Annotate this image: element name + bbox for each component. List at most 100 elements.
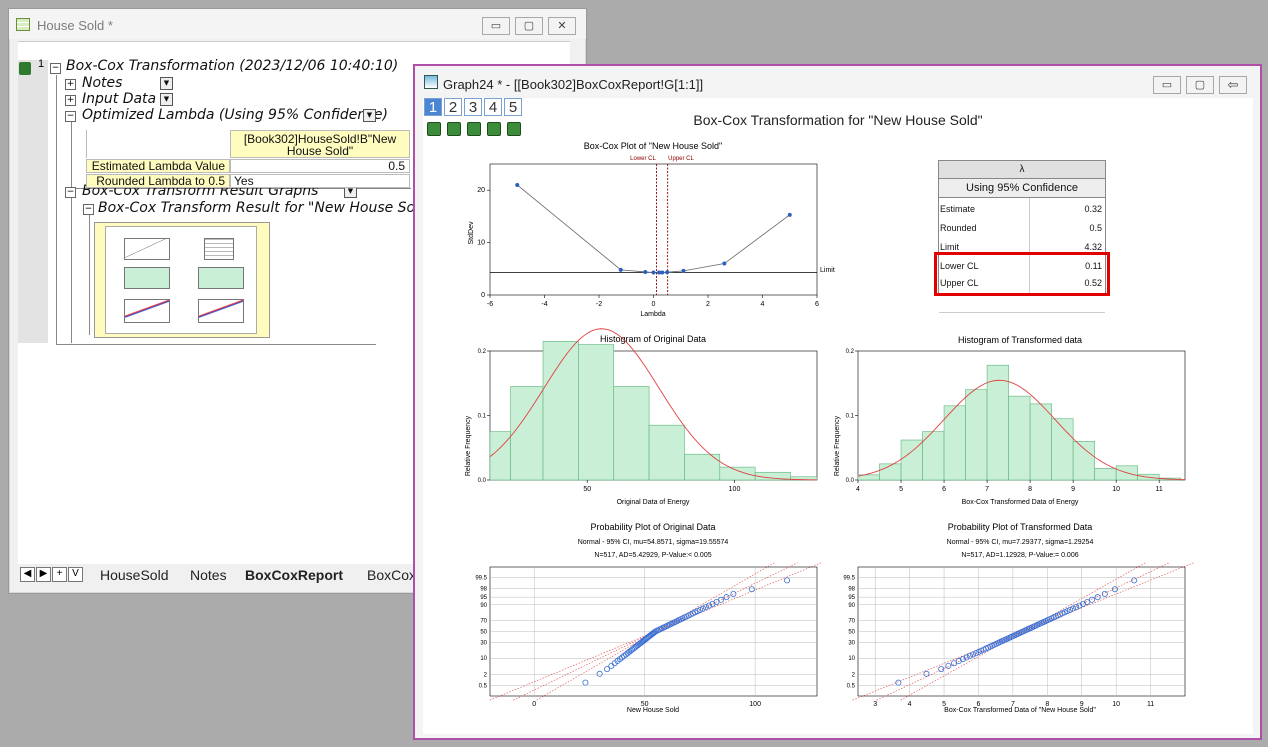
- hist-trans-ytick-label: 0.0: [846, 478, 855, 484]
- tab-list-button[interactable]: V: [68, 567, 83, 582]
- graph-main-title: Box-Cox Transformation for "New House So…: [693, 112, 982, 128]
- hist-trans-bar: [965, 389, 988, 481]
- boxcox-xtick-label: 4: [761, 301, 765, 308]
- hist-trans-bar: [1008, 395, 1031, 481]
- hist-trans-bar: [943, 405, 966, 481]
- tab-boxcoxreport[interactable]: BoxCoxReport: [245, 567, 343, 583]
- prob-orig-ytick-label: 30: [480, 640, 487, 646]
- graph-titlebar[interactable]: Graph24 * - [[Book302]BoxCoxReport!G[1:1…: [415, 66, 1260, 98]
- graph-maximize-button[interactable]: ▢: [1186, 76, 1214, 94]
- tree-input-data[interactable]: Input Data: [82, 91, 156, 107]
- boxcox-point: [618, 267, 623, 272]
- prob-trans-sub1: Normal - 95% CI, mu=7.29377, sigma=1.292…: [947, 539, 1094, 546]
- lambda-summary-table: [Book302]HouseSold!B"New House Sold" Est…: [86, 130, 412, 190]
- prob-trans-xtick-label: 11: [1147, 701, 1154, 708]
- prob-trans-xtick-label: 8: [1045, 701, 1049, 708]
- upper-cl-label: Upper CL: [668, 156, 694, 162]
- minimize-icon: ▭: [490, 20, 502, 32]
- boxcox-point: [651, 270, 656, 275]
- boxcox-ytick-label: 20: [477, 187, 485, 194]
- tab-first-button[interactable]: ◀: [20, 567, 35, 582]
- tree-notes[interactable]: Notes: [82, 75, 122, 91]
- prob-orig-xtick-label: 0: [532, 701, 536, 708]
- prob-orig-sub2: N=517, AD=5.42929, P-Value:< 0.005: [594, 552, 711, 559]
- expand-notes-icon[interactable]: +: [65, 79, 76, 90]
- tree-root-title: Box-Cox Transformation (2023/12/06 10:40…: [66, 58, 399, 74]
- hist-trans-xtick-label: 4: [856, 486, 860, 493]
- boxcox-point: [722, 261, 727, 266]
- workbook-title: House Sold *: [37, 18, 113, 33]
- prob-trans-xtick-label: 5: [942, 701, 946, 708]
- maximize-icon: ▢: [1194, 79, 1206, 91]
- tab-add-button[interactable]: +: [52, 567, 67, 582]
- hist-trans-xtick-label: 6: [942, 486, 946, 493]
- graph-page[interactable]: 1 2 3 4 5 Box-Cox Transformation for "Ne…: [423, 98, 1253, 734]
- boxcox-xtick-label: 0: [652, 301, 656, 308]
- collapse-optimized-icon[interactable]: −: [65, 111, 76, 122]
- tab-first-icon: ◀: [23, 568, 32, 579]
- workbook-icon: [16, 18, 30, 31]
- workbook-titlebar[interactable]: House Sold * ▭ ▢ ✕: [9, 9, 586, 39]
- thumb-hist2: [198, 267, 244, 289]
- hist-orig-bar: [613, 386, 650, 481]
- lambda-row-label: Estimate: [940, 204, 976, 214]
- hist-trans-ytick-label: 0.1: [846, 414, 855, 420]
- prob-orig-ytick-label: 2: [484, 672, 488, 678]
- prob-trans-ytick-label: 70: [848, 619, 855, 625]
- notes-dropdown-icon[interactable]: ▼: [160, 77, 173, 90]
- hist-orig-xtick-label: 100: [729, 486, 741, 493]
- graph-window: Graph24 * - [[Book302]BoxCoxReport!G[1:1…: [413, 64, 1262, 740]
- prob-orig-xlabel: New House Sold: [627, 707, 679, 714]
- lock-icon: [19, 62, 31, 75]
- hist-orig-bar: [648, 424, 685, 481]
- graph-thumbnail[interactable]: [94, 222, 270, 338]
- graph-title: Graph24 * - [[Book302]BoxCoxReport!G[1:1…: [443, 77, 704, 92]
- close-icon: ✕: [557, 20, 567, 32]
- thumb-boxcox: [124, 238, 170, 260]
- tab-notes[interactable]: Notes: [190, 567, 227, 583]
- input-dropdown-icon[interactable]: ▼: [160, 93, 173, 106]
- collapse-graphs-icon[interactable]: −: [65, 187, 76, 198]
- hist-trans-xlabel: Box-Cox Transformed Data of Energy: [962, 499, 1079, 506]
- confidence-highlight-box: [934, 252, 1110, 296]
- boxcox-xlabel: Lambda: [640, 311, 665, 318]
- hist-orig-bar: [489, 431, 511, 481]
- hist-orig-ytick-label: 0.1: [478, 414, 487, 420]
- table-row-label: Rounded Lambda to 0.5: [86, 174, 230, 188]
- hist-orig-title: Histogram of Original Data: [600, 334, 706, 344]
- graph-restore-button[interactable]: ⇦: [1219, 76, 1247, 94]
- boxcox-ytick-label: 0: [481, 292, 485, 299]
- tab-next-button[interactable]: ▶: [36, 567, 51, 582]
- tab-housesold[interactable]: HouseSold: [100, 567, 169, 583]
- prob-trans-ytick-label: 90: [848, 603, 855, 609]
- maximize-icon: ▢: [523, 20, 535, 32]
- boxcox-xtick-label: -4: [541, 301, 547, 308]
- prob-trans-ytick-label: 30: [848, 640, 855, 646]
- minimize-button[interactable]: ▭: [482, 17, 510, 35]
- limit-label: Limit: [820, 267, 835, 274]
- hist-orig-bar: [578, 344, 615, 481]
- tab-next-icon: ▶: [39, 568, 48, 579]
- thumb-prob1: [124, 299, 170, 323]
- expand-input-data-icon[interactable]: +: [65, 95, 76, 106]
- tab-boxcox[interactable]: BoxCox: [367, 567, 416, 583]
- thumb-prob2: [198, 299, 244, 323]
- collapse-root-icon[interactable]: −: [50, 63, 61, 74]
- lambda-row-value: 0.5: [1089, 223, 1102, 233]
- prob-trans-ytick-label: 50: [848, 630, 855, 636]
- prob-orig-ytick-label: 10: [480, 656, 487, 662]
- tree-result-for[interactable]: Box-Cox Transform Result for "New House …: [98, 200, 421, 216]
- tree-optimized-lambda[interactable]: Optimized Lambda (Using 95% Confidence): [82, 107, 388, 123]
- maximize-button[interactable]: ▢: [515, 17, 543, 35]
- row-header-column: [18, 60, 48, 343]
- prob-orig-title: Probability Plot of Original Data: [590, 522, 715, 532]
- collapse-result-for-icon[interactable]: −: [83, 204, 94, 215]
- hist-trans-bar: [1094, 468, 1117, 481]
- optimized-dropdown-icon[interactable]: ▼: [363, 109, 376, 122]
- prob-orig-ytick-label: 0.5: [479, 683, 488, 689]
- close-button[interactable]: ✕: [548, 17, 576, 35]
- graph-minimize-button[interactable]: ▭: [1153, 76, 1181, 94]
- hist-trans-xtick-label: 9: [1071, 486, 1075, 493]
- hist-trans-bar: [986, 364, 1009, 481]
- prob-orig-ytick-label: 90: [480, 603, 487, 609]
